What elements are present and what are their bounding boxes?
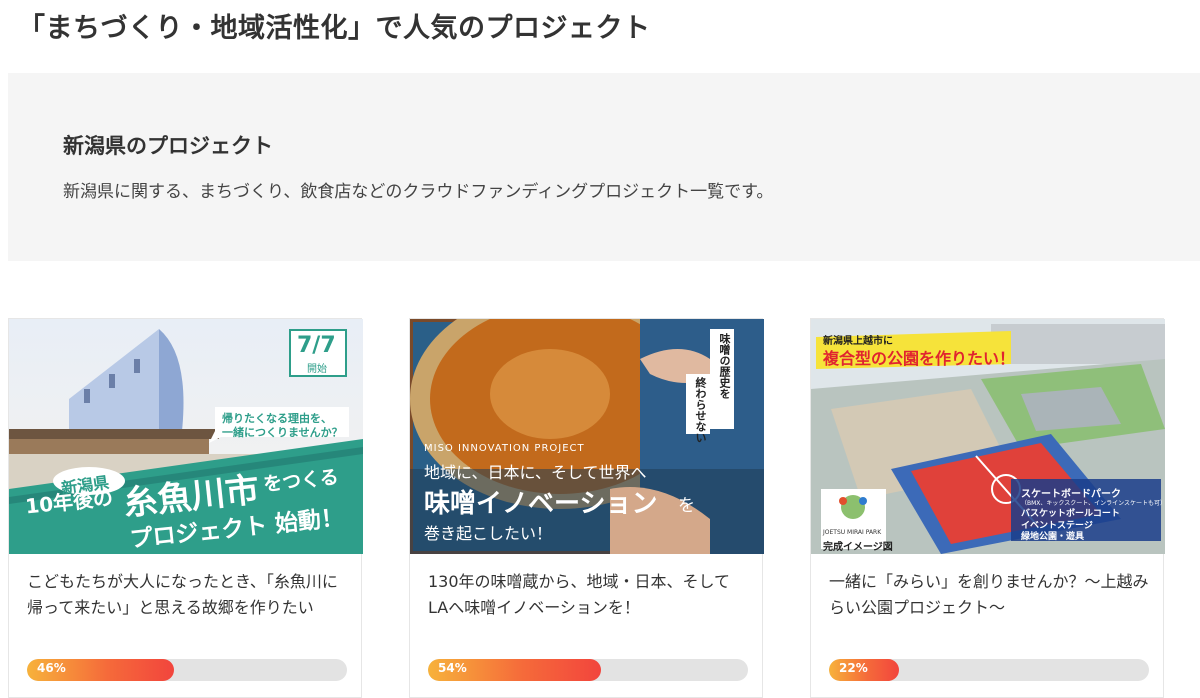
- image-main: 複合型の公園を作りたい！: [823, 349, 1016, 368]
- image-caption: 完成イメージ図: [823, 542, 893, 553]
- progress-label: 22%: [839, 661, 868, 675]
- page-title: 「まちづくり・地域活性化」で人気のプロジェクト: [18, 13, 651, 44]
- project-card-image[interactable]: 7/7 開始 帰りたくなる理由を、 一緒につくりませんか？ 新潟県 10年後の …: [9, 319, 363, 554]
- image-line-2: 味噌イノベーション: [424, 489, 658, 519]
- vertical-text-b: 終わらせない: [694, 377, 707, 443]
- project-title[interactable]: 130年の味噌蔵から、地域・日本、そしてLAへ味噌イノベーションを！: [428, 569, 750, 621]
- prefecture-info-box: 新潟県のプロジェクト 新潟県に関する、まちづくり、飲食店などのクラウドファンディ…: [8, 73, 1200, 261]
- english-label: MISO INNOVATION PROJECT: [424, 443, 585, 454]
- info-description: 新潟県に関する、まちづくり、飲食店などのクラウドファンディングプロジェクト一覧で…: [63, 182, 774, 202]
- project-card-2[interactable]: 味噌の歴史を 終わらせない MISO INNOVATION PROJECT 地域…: [409, 318, 764, 698]
- park-name: JOETSU MIRAI PARK: [823, 529, 882, 536]
- project-card-image[interactable]: 味噌の歴史を 終わらせない MISO INNOVATION PROJECT 地域…: [410, 319, 764, 554]
- project-card-image[interactable]: 新潟県上越市に 複合型の公園を作りたい！ JOETSU MIRAI PARK 完…: [811, 319, 1165, 554]
- project-card-1[interactable]: 7/7 開始 帰りたくなる理由を、 一緒につくりませんか？ 新潟県 10年後の …: [8, 318, 363, 698]
- project-title[interactable]: こどもたちが大人になったとき、「糸魚川に帰って来たい」と思える故郷を作りたい: [27, 569, 349, 621]
- progress-label: 54%: [438, 661, 467, 675]
- vertical-text-a: 味噌の歴史を: [718, 333, 731, 399]
- image-line-1: 地域に、日本に、そして世界へ: [424, 463, 647, 482]
- progress-bar: 22%: [829, 659, 1149, 681]
- progress-bar: 54%: [428, 659, 748, 681]
- progress-label: 46%: [37, 661, 66, 675]
- image-line-2-tail: を: [678, 496, 695, 516]
- bubble-line-2: 一緒につくりませんか？: [222, 426, 343, 439]
- start-badge-label: 開始: [307, 364, 327, 375]
- start-badge-date: 7/7: [297, 333, 336, 358]
- project-card-3[interactable]: 新潟県上越市に 複合型の公園を作りたい！ JOETSU MIRAI PARK 完…: [810, 318, 1165, 698]
- image-line-3: 巻き起こしたい！: [424, 524, 553, 543]
- progress-bar: 46%: [27, 659, 347, 681]
- project-title[interactable]: 一緒に「みらい」を創りませんか？～上越みらい公園プロジェクト～: [829, 569, 1151, 621]
- legend-4: 緑地公園・遊具: [1021, 532, 1085, 542]
- info-heading: 新潟県のプロジェクト: [63, 134, 273, 158]
